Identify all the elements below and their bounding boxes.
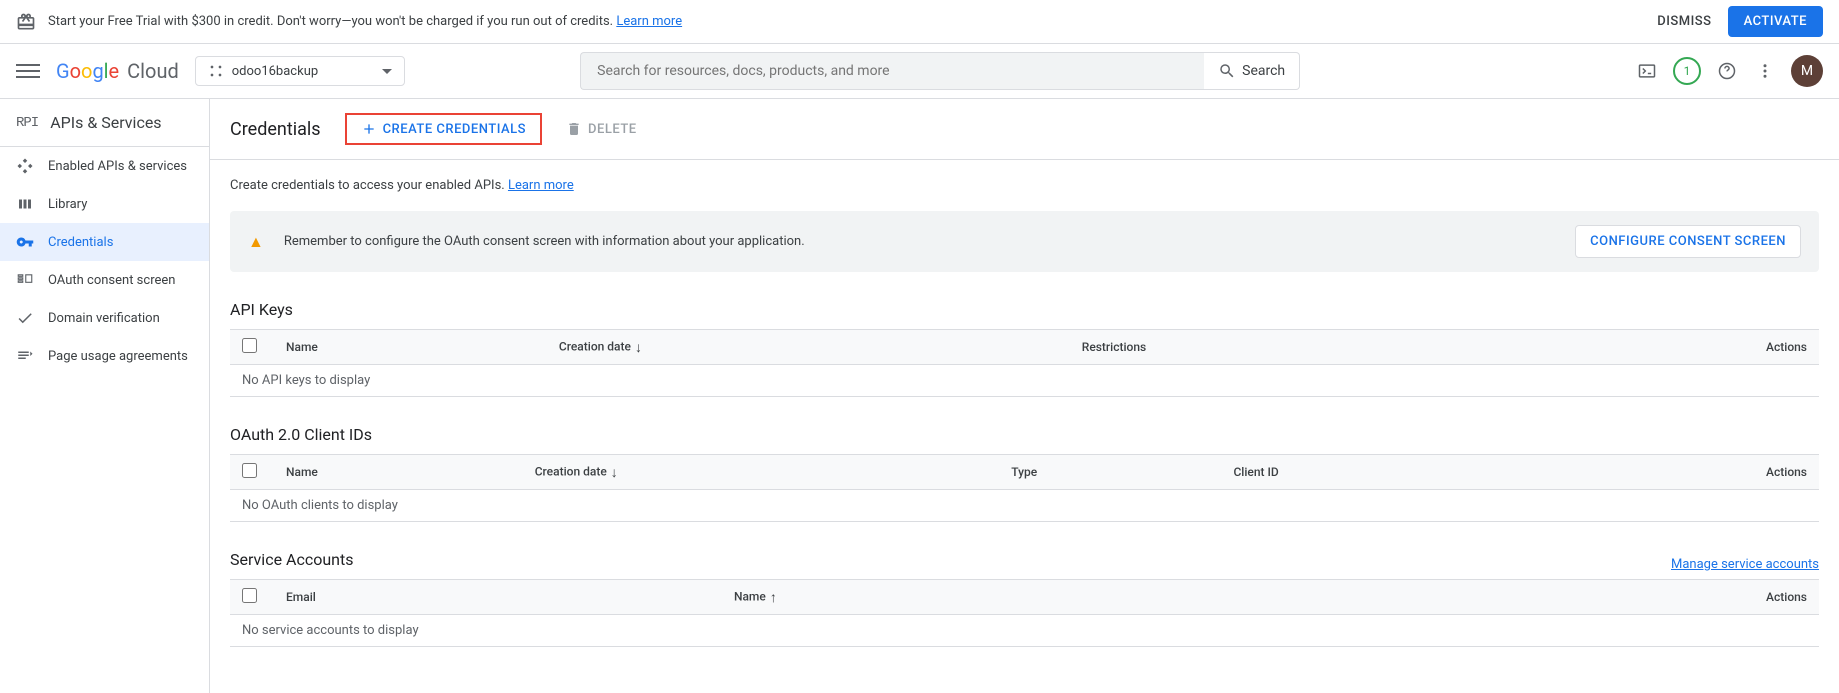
- trial-text: Start your Free Trial with $300 in credi…: [48, 14, 682, 29]
- sidebar-item-oauth-consent[interactable]: OAuth consent screen: [0, 261, 209, 299]
- sidebar-item-label: Credentials: [48, 235, 113, 250]
- more-icon[interactable]: [1753, 59, 1777, 83]
- help-icon[interactable]: [1715, 59, 1739, 83]
- col-type[interactable]: Type: [999, 455, 1221, 490]
- api-keys-table: Name Creation date↓ Restrictions Actions…: [230, 329, 1819, 397]
- warning-text: Remember to configure the OAuth consent …: [284, 234, 805, 249]
- trial-banner: Start your Free Trial with $300 in credi…: [0, 0, 1839, 44]
- sidebar-item-label: Enabled APIs & services: [48, 159, 187, 174]
- service-select-all-checkbox[interactable]: [242, 588, 257, 603]
- sidebar-item-label: OAuth consent screen: [48, 273, 175, 288]
- trash-icon: [566, 121, 582, 137]
- service-table: Email Name↑ Actions No service accounts …: [230, 579, 1819, 647]
- table-row-empty: No OAuth clients to display: [230, 490, 1819, 522]
- verified-icon: [16, 309, 34, 327]
- content: Credentials CREATE CREDENTIALS DELETE Cr…: [210, 99, 1839, 693]
- sidebar: RPI APIs & Services Enabled APIs & servi…: [0, 99, 210, 693]
- configure-consent-button[interactable]: CONFIGURE CONSENT SCREEN: [1575, 225, 1801, 258]
- oauth-table: Name Creation date↓ Type Client ID Actio…: [230, 454, 1819, 522]
- sidebar-item-library[interactable]: Library: [0, 185, 209, 223]
- consent-icon: [16, 271, 34, 289]
- sidebar-item-domain-verification[interactable]: Domain verification: [0, 299, 209, 337]
- dropdown-caret-icon: [382, 69, 392, 74]
- plus-icon: [361, 121, 377, 137]
- activate-button[interactable]: ACTIVATE: [1728, 6, 1823, 37]
- sidebar-item-credentials[interactable]: Credentials: [0, 223, 209, 261]
- dismiss-button[interactable]: DISMISS: [1657, 14, 1711, 29]
- sort-down-icon: ↓: [635, 340, 642, 356]
- project-selector[interactable]: odoo16backup: [195, 56, 405, 86]
- cloud-shell-icon[interactable]: [1635, 59, 1659, 83]
- col-actions: Actions: [1530, 455, 1819, 490]
- api-icon: RPI: [16, 115, 38, 131]
- sort-up-icon: ↑: [770, 590, 777, 606]
- oauth-title: OAuth 2.0 Client IDs: [230, 425, 1819, 444]
- warning-icon: ▲: [248, 232, 264, 252]
- col-email[interactable]: Email: [274, 580, 722, 615]
- sidebar-item-label: Library: [48, 197, 87, 212]
- col-restrictions[interactable]: Restrictions: [1070, 330, 1502, 365]
- sidebar-item-label: Page usage agreements: [48, 349, 188, 364]
- sidebar-item-page-usage[interactable]: Page usage agreements: [0, 337, 209, 375]
- page-title: Credentials: [230, 119, 321, 140]
- google-cloud-logo[interactable]: Google Cloud: [56, 59, 179, 83]
- search-button[interactable]: Search: [1204, 52, 1300, 90]
- search-icon: [1218, 62, 1236, 80]
- oauth-select-all-checkbox[interactable]: [242, 463, 257, 478]
- library-icon: [16, 195, 34, 213]
- table-row-empty: No service accounts to display: [230, 615, 1819, 647]
- sort-down-icon: ↓: [611, 465, 618, 481]
- delete-button[interactable]: DELETE: [566, 121, 637, 137]
- menu-icon[interactable]: [16, 59, 40, 83]
- intro-text: Create credentials to access your enable…: [230, 178, 1819, 193]
- project-name: odoo16backup: [232, 64, 318, 79]
- sidebar-item-enabled-apis[interactable]: Enabled APIs & services: [0, 147, 209, 185]
- gift-icon: [16, 12, 36, 32]
- manage-service-accounts-link[interactable]: Manage service accounts: [1671, 557, 1819, 572]
- create-credentials-button[interactable]: CREATE CREDENTIALS: [345, 113, 542, 145]
- topbar: Google Cloud odoo16backup Search 1 M: [0, 44, 1839, 99]
- col-actions: Actions: [1502, 330, 1819, 365]
- col-creation[interactable]: Creation date↓: [523, 455, 1000, 490]
- api-keys-select-all-checkbox[interactable]: [242, 338, 257, 353]
- sidebar-header[interactable]: RPI APIs & Services: [0, 99, 209, 147]
- trial-learn-more-link[interactable]: Learn more: [616, 14, 682, 29]
- avatar[interactable]: M: [1791, 55, 1823, 87]
- col-client-id[interactable]: Client ID: [1221, 455, 1529, 490]
- sidebar-item-label: Domain verification: [48, 311, 160, 326]
- col-name[interactable]: Name: [274, 455, 523, 490]
- warning-banner: ▲ Remember to configure the OAuth consen…: [230, 211, 1819, 272]
- col-actions: Actions: [1278, 580, 1819, 615]
- search-input[interactable]: [580, 52, 1204, 90]
- agreements-icon: [16, 347, 34, 365]
- table-row-empty: No API keys to display: [230, 365, 1819, 397]
- diamond-icon: [16, 157, 34, 175]
- key-icon: [16, 233, 34, 251]
- intro-learn-more-link[interactable]: Learn more: [508, 178, 574, 193]
- notifications-badge[interactable]: 1: [1673, 57, 1701, 85]
- col-creation[interactable]: Creation date↓: [547, 330, 1070, 365]
- content-header: Credentials CREATE CREDENTIALS DELETE: [210, 99, 1839, 160]
- col-name[interactable]: Name: [274, 330, 547, 365]
- col-name[interactable]: Name↑: [722, 580, 1279, 615]
- api-keys-title: API Keys: [230, 300, 1819, 319]
- project-icon: [208, 63, 224, 79]
- service-title: Service Accounts: [230, 550, 353, 569]
